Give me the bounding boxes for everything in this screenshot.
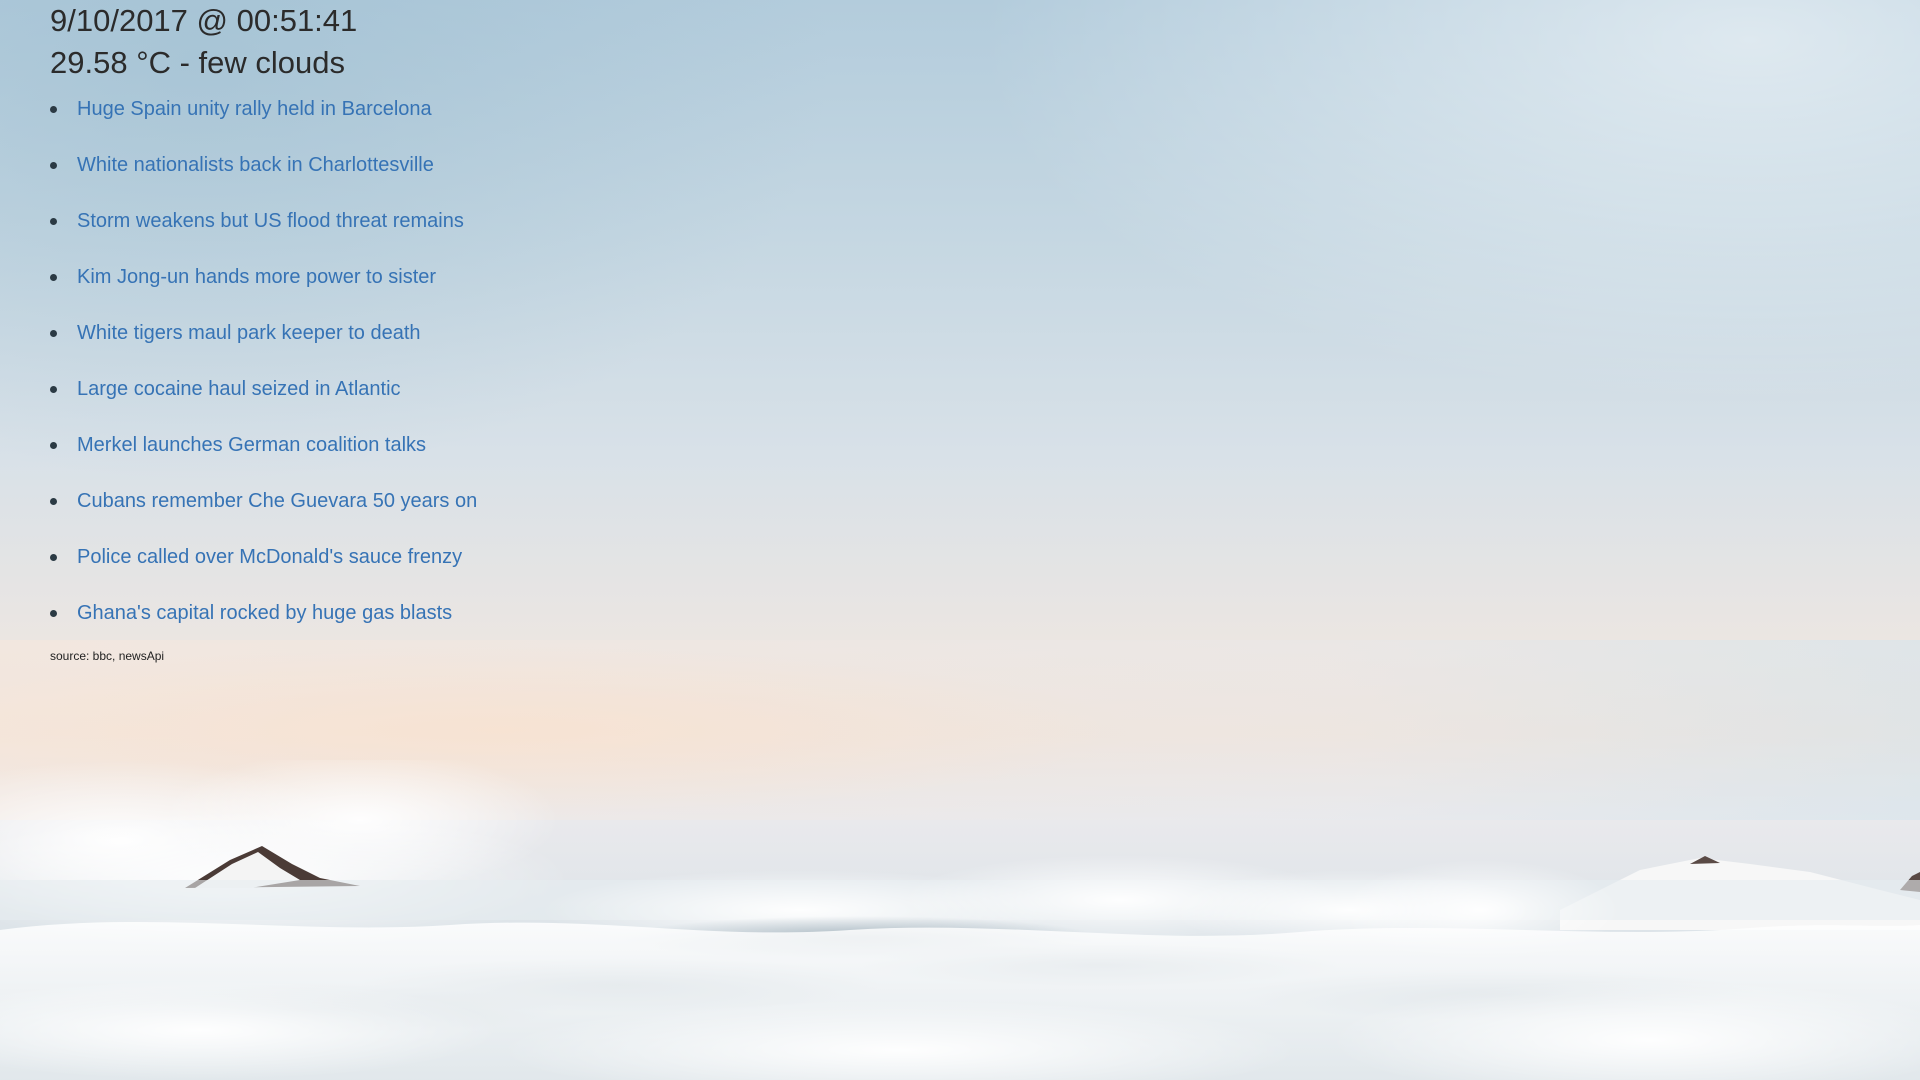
list-item: Large cocaine haul seized in Atlantic [50,372,650,428]
list-item: Merkel launches German coalition talks [50,428,650,484]
list-item: White nationalists back in Charlottesvil… [50,148,650,204]
list-item: Kim Jong-un hands more power to sister [50,260,650,316]
weather-summary: 29.58 °C - few clouds [50,45,345,80]
news-link[interactable]: Merkel launches German coalition talks [77,434,426,456]
news-link[interactable]: Large cocaine haul seized in Atlantic [77,378,401,400]
news-link[interactable]: Ghana's capital rocked by huge gas blast… [77,602,452,624]
news-link[interactable]: Cubans remember Che Guevara 50 years on [77,490,477,512]
news-link[interactable]: Storm weakens but US flood threat remain… [77,210,464,232]
news-list: Huge Spain unity rally held in Barcelona… [50,92,650,652]
news-link[interactable]: Huge Spain unity rally held in Barcelona [77,98,432,120]
bullet-icon [50,274,57,281]
list-item: Cubans remember Che Guevara 50 years on [50,484,650,540]
list-item: Storm weakens but US flood threat remain… [50,204,650,260]
bullet-icon [50,442,57,449]
bullet-icon [50,106,57,113]
cloud-sea-background [0,760,1920,1080]
bullet-icon [50,554,57,561]
list-item: Ghana's capital rocked by huge gas blast… [50,596,650,652]
bullet-icon [50,386,57,393]
bullet-icon [50,162,57,169]
news-link[interactable]: White nationalists back in Charlottesvil… [77,154,434,176]
news-link[interactable]: Police called over McDonald's sauce fren… [77,546,462,568]
bullet-icon [50,218,57,225]
list-item: Huge Spain unity rally held in Barcelona [50,92,650,148]
bullet-icon [50,330,57,337]
bullet-icon [50,610,57,617]
bullet-icon [50,498,57,505]
news-link[interactable]: Kim Jong-un hands more power to sister [77,266,436,288]
dashboard-content: 9/10/2017 @ 00:51:41 29.58 °C - few clou… [50,0,650,663]
list-item: Police called over McDonald's sauce fren… [50,540,650,596]
news-link[interactable]: White tigers maul park keeper to death [77,322,421,344]
list-item: White tigers maul park keeper to death [50,316,650,372]
current-datetime: 9/10/2017 @ 00:51:41 [50,3,358,38]
